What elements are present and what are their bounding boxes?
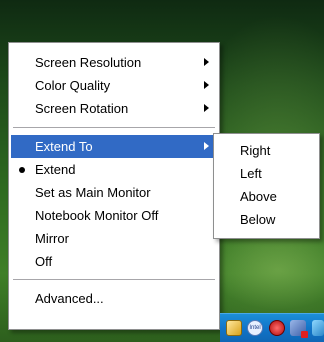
menu-item-extend[interactable]: Extend xyxy=(11,158,217,181)
submenu-item-left[interactable]: Left xyxy=(216,162,317,185)
menu-item-label: Extend To xyxy=(35,139,93,154)
menu-item-screen-rotation[interactable]: Screen Rotation xyxy=(11,97,217,120)
system-tray: Intel xyxy=(220,313,324,342)
menu-separator xyxy=(13,127,215,128)
submenu-item-above[interactable]: Above xyxy=(216,185,317,208)
menu-item-label: Mirror xyxy=(35,231,69,246)
display-icon[interactable] xyxy=(312,320,324,336)
submenu-item-right[interactable]: Right xyxy=(216,139,317,162)
menu-item-label: Set as Main Monitor xyxy=(35,185,151,200)
menu-item-notebook-monitor-off[interactable]: Notebook Monitor Off xyxy=(11,204,217,227)
submenu-arrow-icon xyxy=(204,58,209,66)
radio-bullet-icon xyxy=(19,167,25,173)
submenu-arrow-icon xyxy=(204,142,209,150)
menu-item-color-quality[interactable]: Color Quality xyxy=(11,74,217,97)
submenu-arrow-icon xyxy=(204,104,209,112)
menu-item-label: Screen Resolution xyxy=(35,55,142,70)
context-menu: Screen Resolution Color Quality Screen R… xyxy=(8,42,220,330)
menu-item-label: Screen Rotation xyxy=(35,101,129,116)
menu-item-extend-to[interactable]: Extend To xyxy=(11,135,217,158)
menu-item-screen-resolution[interactable]: Screen Resolution xyxy=(11,51,217,74)
menu-separator xyxy=(13,279,215,280)
extend-to-submenu: Right Left Above Below xyxy=(213,133,320,239)
menu-item-label: Color Quality xyxy=(35,78,111,93)
security-shield-icon[interactable] xyxy=(269,320,285,336)
menu-item-label: Extend xyxy=(35,162,76,177)
monitor-icon[interactable] xyxy=(290,320,308,338)
menu-item-label: Advanced... xyxy=(35,291,104,306)
menu-item-mirror[interactable]: Mirror xyxy=(11,227,217,250)
menu-item-set-as-main-monitor[interactable]: Set as Main Monitor xyxy=(11,181,217,204)
submenu-arrow-icon xyxy=(204,81,209,89)
menu-item-label: Off xyxy=(35,254,53,269)
submenu-item-below[interactable]: Below xyxy=(216,208,317,231)
menu-item-off[interactable]: Off xyxy=(11,250,217,273)
intel-icon-label: Intel xyxy=(249,325,261,331)
folder-icon[interactable] xyxy=(226,320,242,336)
menu-item-label: Notebook Monitor Off xyxy=(35,208,159,223)
desktop-highlight xyxy=(210,230,324,310)
menu-item-advanced[interactable]: Advanced... xyxy=(11,287,217,310)
network-icon[interactable]: Intel xyxy=(247,320,263,336)
